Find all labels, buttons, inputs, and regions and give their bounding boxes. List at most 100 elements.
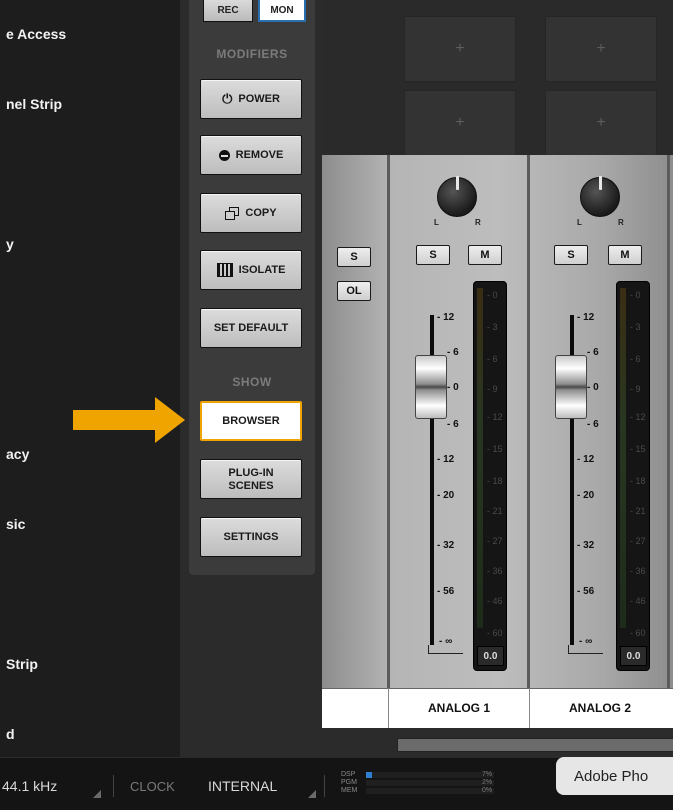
meter-scale-label: - 0 (487, 290, 498, 300)
browser-button[interactable]: BROWSER (200, 401, 302, 441)
rec-button[interactable]: REC (203, 0, 253, 22)
plugin-scenes-label-1: PLUG-IN (228, 466, 274, 479)
meter-scale-label: - 46 (630, 596, 646, 606)
meter-scale-label: - 6 (630, 354, 641, 364)
pan-left-label: L (577, 218, 582, 227)
app-switcher-pill[interactable]: Adobe Pho (556, 757, 673, 795)
fader-scale-label: - 6 (587, 419, 599, 430)
meter-scale-label: - 9 (630, 384, 641, 394)
fader-scale-label: - ∞ (439, 636, 453, 647)
solo-button[interactable]: S (416, 245, 450, 265)
fader-scale-label: - 20 (437, 490, 455, 501)
sidebar-item[interactable]: y (6, 236, 14, 252)
clock-dropdown-icon[interactable] (308, 790, 316, 798)
remove-icon (218, 149, 230, 161)
dsp-meter (366, 772, 494, 778)
dsp-label: DSP (341, 771, 356, 778)
fader-scale-label: - 12 (577, 454, 595, 465)
modifiers-heading: MODIFIERS (216, 47, 288, 61)
mon-button[interactable]: MON (258, 0, 306, 22)
plugin-slot[interactable]: + (545, 16, 657, 82)
solo-button[interactable]: S (554, 245, 588, 265)
fader-scale-label: - 0 (587, 382, 599, 393)
meter-scale-label: - 27 (487, 536, 503, 546)
sidebar-item[interactable]: sic (6, 516, 25, 532)
meter-scale-label: - 60 (487, 628, 503, 638)
power-label: POWER (238, 93, 280, 105)
dsp-value: 7% (482, 771, 493, 778)
fader-scale-label: - 12 (577, 312, 595, 323)
meter-scale-label: - 60 (630, 628, 646, 638)
fader-scale-label: - 32 (437, 540, 455, 551)
meter-bar (477, 288, 483, 628)
copy-label: COPY (245, 207, 277, 219)
fader-scale-label: - 56 (437, 586, 455, 597)
sidebar-item[interactable]: acy (6, 446, 29, 462)
level-meter: - 0 - 3 - 6 - 9 - 12 - 15 - 18 - 21 - 27… (616, 281, 650, 671)
mute-button[interactable]: M (468, 245, 502, 265)
overload-button[interactable]: OL (337, 281, 371, 301)
sidebar-item[interactable]: nel Strip (6, 96, 62, 112)
fader-scale-label: - 0 (447, 382, 459, 393)
highlight-arrow-icon (73, 397, 185, 443)
power-icon: ⏻ (222, 91, 233, 106)
meter-scale-label: - 15 (487, 444, 503, 454)
pgm-label: PGM (341, 779, 357, 786)
mem-label: MEM (341, 787, 358, 794)
set-default-button[interactable]: SET DEFAULT (200, 308, 302, 348)
plugin-slot[interactable]: + (404, 16, 516, 82)
solo-button[interactable]: S (337, 247, 371, 267)
pgm-value: 2% (482, 779, 493, 786)
plugin-scenes-button[interactable]: PLUG-IN SCENES (200, 459, 302, 499)
meter-scale-label: - 3 (487, 322, 498, 332)
horizontal-scrollbar[interactable] (397, 738, 673, 752)
meter-scale-label: - 21 (487, 506, 503, 516)
strip-divider (667, 155, 670, 688)
sidebar-item[interactable]: e Access (6, 26, 66, 42)
clock-label: CLOCK (130, 779, 175, 794)
fader-scale-label: - 6 (447, 347, 459, 358)
pan-left-label: L (434, 218, 439, 227)
sidebar-item[interactable]: Strip (6, 656, 38, 672)
plugin-slot[interactable]: + (404, 90, 516, 156)
meter-scale-label: - 36 (630, 566, 646, 576)
sample-rate[interactable]: 44.1 kHz (2, 778, 57, 794)
channel-name[interactable]: ANALOG 2 (529, 688, 670, 728)
plugin-slot[interactable]: + (545, 90, 657, 156)
clock-source[interactable]: INTERNAL (208, 778, 277, 794)
settings-button[interactable]: SETTINGS (200, 517, 302, 557)
plugin-scenes-label-2: SCENES (228, 479, 274, 492)
sample-rate-dropdown-icon[interactable] (93, 790, 101, 798)
meter-scale-label: - 36 (487, 566, 503, 576)
isolate-button[interactable]: ISOLATE (200, 250, 302, 290)
channel-name[interactable]: ANALOG 1 (388, 688, 529, 728)
strip-divider (387, 155, 390, 688)
meter-scale-label: - 46 (487, 596, 503, 606)
show-heading: SHOW (232, 375, 272, 389)
meter-scale-label: - 12 (630, 412, 646, 422)
pan-right-label: R (618, 218, 624, 227)
copy-button[interactable]: COPY (200, 193, 302, 233)
fader-scale-label: - 6 (447, 419, 459, 430)
isolate-icon (216, 263, 233, 277)
mute-button[interactable]: M (608, 245, 642, 265)
mem-meter (366, 788, 494, 794)
pan-knob[interactable] (580, 176, 620, 217)
sidebar-item[interactable]: d (6, 726, 15, 742)
volume-fader[interactable] (415, 355, 447, 419)
remove-button[interactable]: REMOVE (200, 135, 302, 175)
meter-scale-label: - 18 (487, 476, 503, 486)
fader-scale-label: - 12 (437, 454, 455, 465)
pan-knob[interactable] (437, 176, 477, 217)
meter-bar (620, 288, 626, 628)
power-button[interactable]: ⏻ POWER (200, 79, 302, 119)
meter-scale-label: - 6 (487, 354, 498, 364)
fader-scale-label: - 32 (577, 540, 595, 551)
volume-fader[interactable] (555, 355, 587, 419)
meter-scale-label: - 0 (630, 290, 641, 300)
meter-scale-label: - 27 (630, 536, 646, 546)
pan-right-label: R (475, 218, 481, 227)
meter-scale-label: - 15 (630, 444, 646, 454)
meter-scale-label: - 18 (630, 476, 646, 486)
dsp-meter-fill (366, 772, 373, 778)
